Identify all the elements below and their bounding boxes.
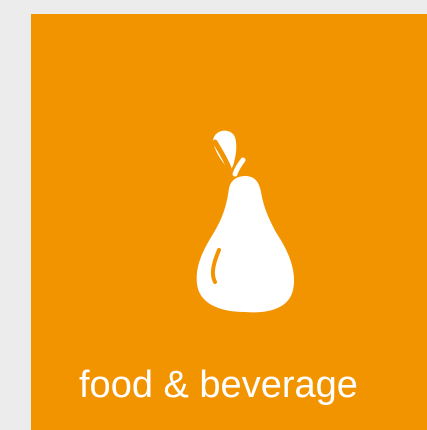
category-tile-food-beverage[interactable]: food & beverage (31, 14, 427, 430)
pear-icon (196, 130, 295, 313)
tile-label: food & beverage (79, 364, 358, 406)
